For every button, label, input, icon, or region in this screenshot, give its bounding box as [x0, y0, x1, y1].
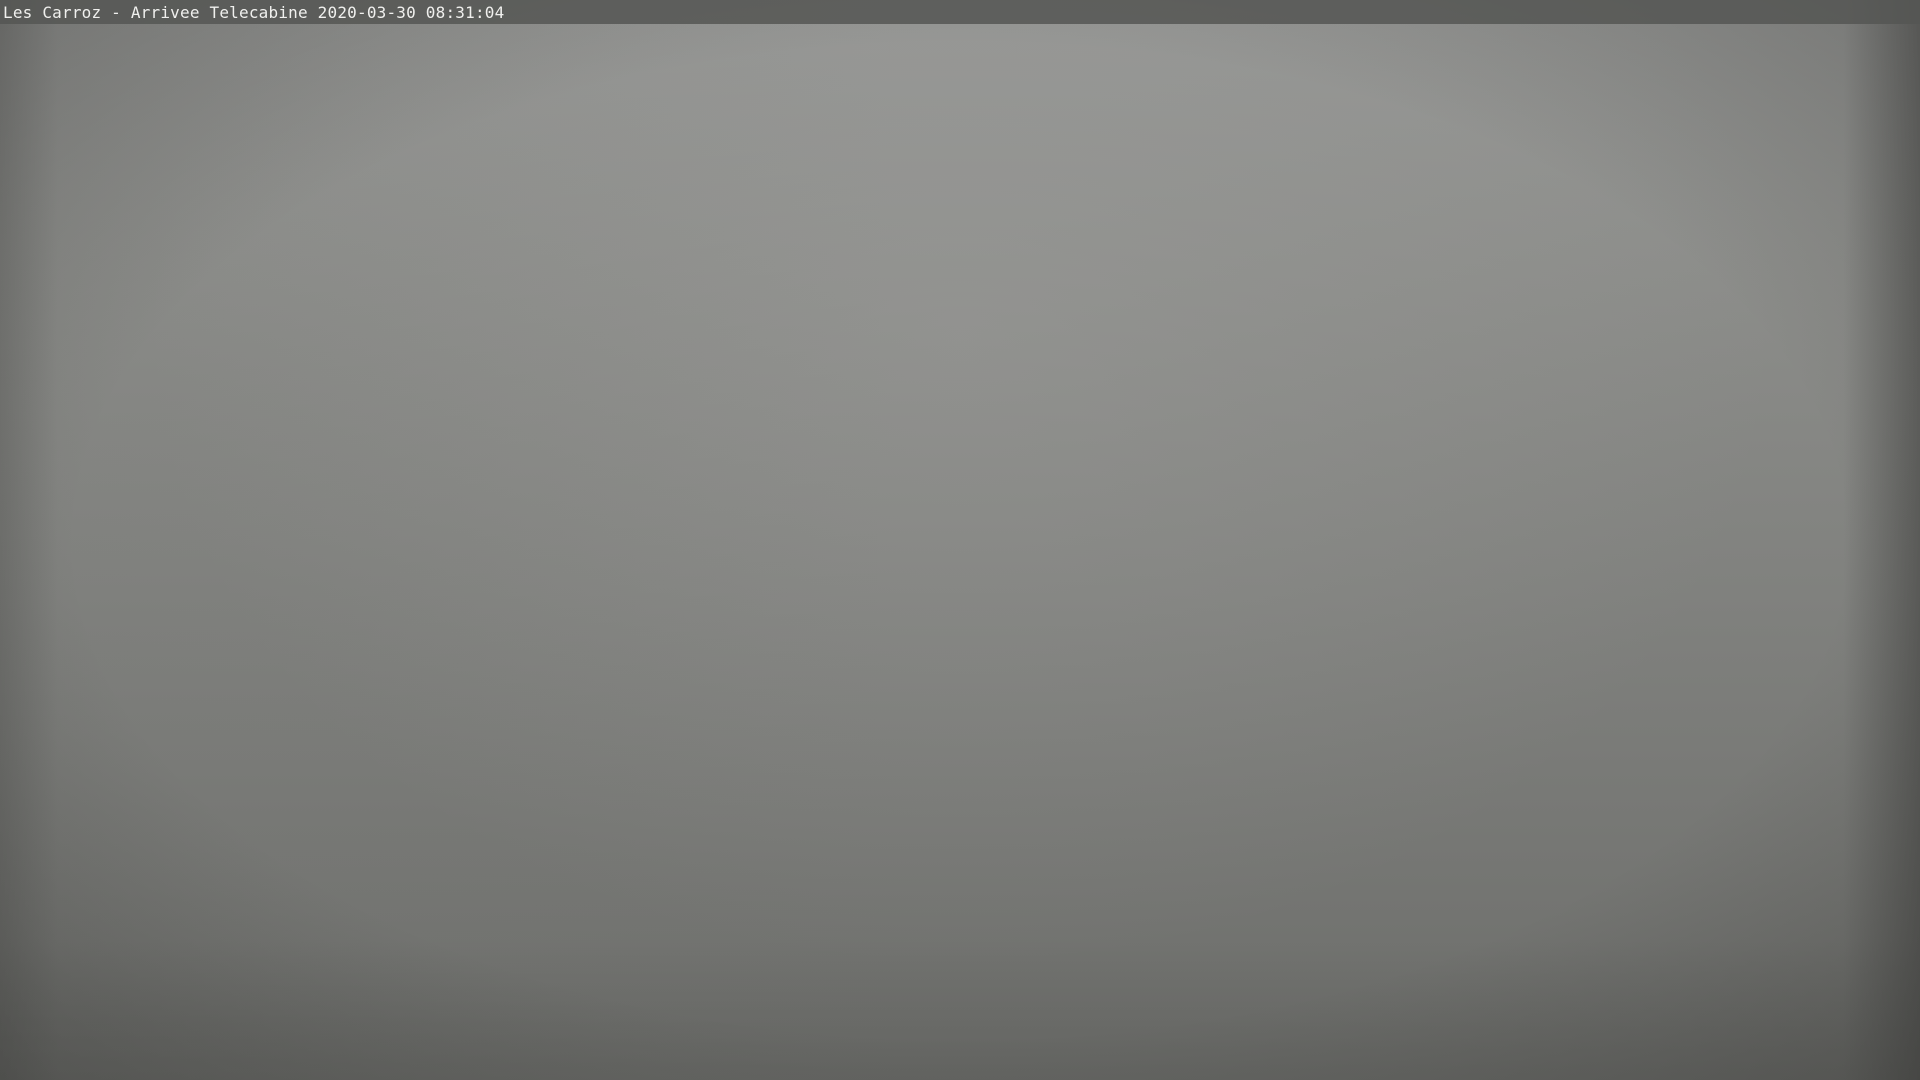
ground-shade: [0, 940, 1920, 1080]
webcam-frame: Les Carroz - Arrivee Telecabine 2020-03-…: [0, 0, 1920, 1080]
lens-vignette: [0, 0, 1920, 1080]
webcam-caption: Les Carroz - Arrivee Telecabine 2020-03-…: [3, 2, 505, 22]
caption-bar: Les Carroz - Arrivee Telecabine 2020-03-…: [0, 0, 1920, 24]
fog-haze: [0, 0, 900, 1080]
